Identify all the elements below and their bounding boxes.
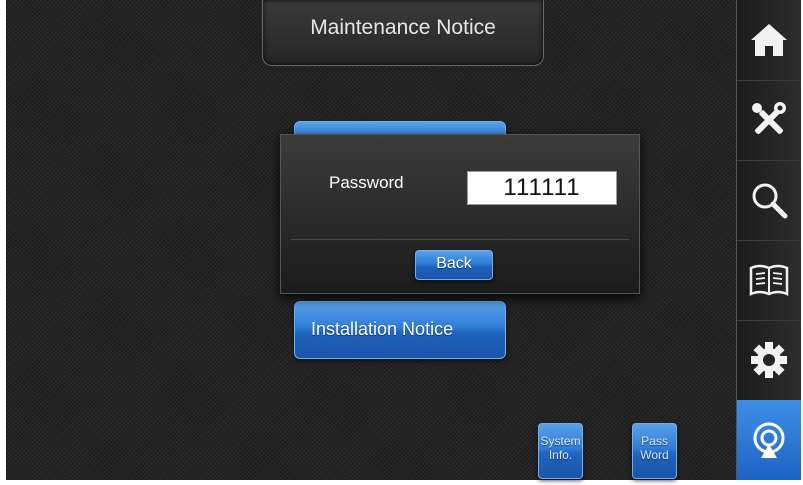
system-info-button[interactable]: System Info. (538, 423, 583, 479)
home-icon (751, 24, 787, 56)
book-icon (749, 264, 789, 296)
password-button-label-line1: Pass (641, 434, 668, 448)
search-icon (752, 183, 788, 219)
service-icon (753, 422, 785, 458)
sidebar-item-service[interactable] (737, 400, 801, 480)
password-input[interactable] (467, 171, 617, 205)
main-screen: Maintenance Notice Installation Notice P… (6, 0, 736, 480)
tools-icon (752, 102, 786, 135)
password-dialog: Password Back (280, 134, 640, 294)
page-title: Maintenance Notice (262, 0, 544, 66)
sidebar-item-home[interactable] (737, 0, 801, 81)
password-label: Password (329, 173, 404, 192)
gear-icon (751, 342, 787, 378)
system-info-label-line1: System (540, 434, 581, 448)
sidebar-item-search[interactable] (737, 160, 801, 241)
password-button-label-line2: Word (640, 448, 669, 462)
sidebar (736, 0, 801, 480)
sidebar-item-tools[interactable] (737, 80, 801, 161)
sidebar-item-settings[interactable] (737, 320, 801, 401)
system-info-label-line2: Info. (548, 448, 573, 462)
dialog-divider (291, 239, 629, 240)
installation-notice-button[interactable]: Installation Notice (294, 301, 506, 359)
back-button[interactable]: Back (415, 250, 493, 280)
password-button[interactable]: Pass Word (632, 423, 677, 479)
sidebar-item-manual[interactable] (737, 240, 801, 321)
